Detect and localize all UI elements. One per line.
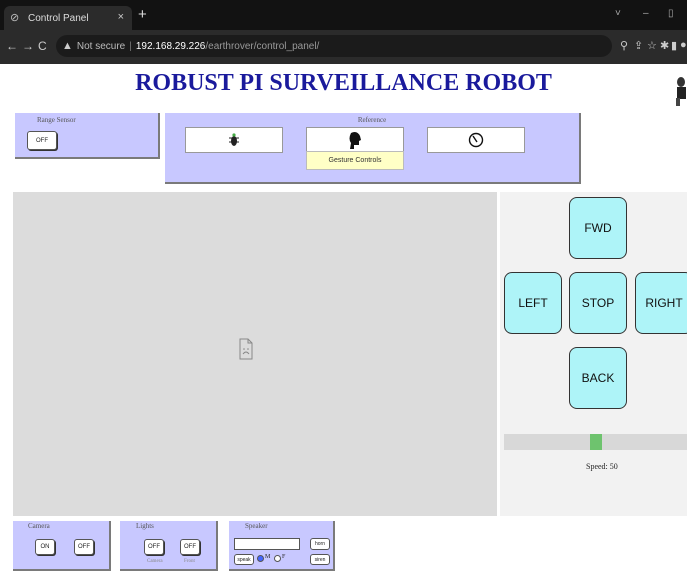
stop-button[interactable]: STOP	[569, 272, 627, 334]
url-separator: |	[129, 40, 132, 52]
lights-label: Lights	[136, 522, 154, 530]
back-button[interactable]: BACK	[569, 347, 627, 409]
robot-figure-icon	[676, 77, 686, 106]
browser-tab-bar: ⊘ Control Panel × + ˅ – ▯	[0, 0, 687, 30]
maximize-icon[interactable]: ▯	[668, 8, 674, 19]
right-button[interactable]: RIGHT	[635, 272, 687, 334]
lights-front-button[interactable]: OFF	[180, 539, 200, 555]
gauge-icon	[468, 132, 484, 148]
url-path: /earthrover/control_panel/	[205, 40, 320, 52]
url-field[interactable]: ▲ Not secure | 192.168.29.226 /earthrove…	[56, 35, 612, 57]
voice-female-radio[interactable]	[274, 555, 281, 562]
speed-slider-thumb[interactable]	[589, 434, 602, 450]
camera-video-feed	[13, 192, 497, 516]
url-host: 192.168.29.226	[135, 40, 206, 52]
sidebar-icon[interactable]: ▮	[671, 39, 677, 52]
back-arrow-icon[interactable]: ←	[6, 39, 18, 53]
reference-item-3[interactable]	[427, 127, 525, 153]
minimize-icon[interactable]: –	[643, 8, 649, 19]
page-favicon-icon: ⊘	[10, 12, 20, 24]
head-silhouette-icon	[349, 132, 361, 149]
speaker-text-input[interactable]	[234, 538, 300, 550]
warning-icon: ▲	[62, 40, 73, 52]
speaker-panel: Speaker horn speak M F siren	[229, 521, 335, 571]
bookmark-star-icon[interactable]: ☆	[647, 39, 657, 52]
voice-female-label: F	[282, 554, 286, 560]
reference-item-1[interactable]	[185, 127, 283, 153]
new-tab-button[interactable]: +	[138, 6, 147, 23]
lights-front-sublabel: Front	[184, 559, 195, 564]
range-sensor-panel: Range Sensor OFF	[15, 113, 160, 159]
camera-on-button[interactable]: ON	[35, 539, 55, 555]
security-label: Not secure	[76, 40, 126, 52]
lights-camera-sublabel: Camera	[147, 559, 163, 564]
bug-icon	[229, 133, 239, 146]
page-title: ROBUST PI SURVEILLANCE ROBOT	[135, 70, 552, 96]
share-icon[interactable]: ⇪	[634, 39, 643, 52]
gesture-controls-label: Gesture Controls	[306, 151, 404, 170]
voice-male-label: M	[265, 554, 271, 560]
extensions-icon[interactable]: ✱	[660, 39, 669, 52]
speaker-label: Speaker	[245, 522, 268, 530]
forward-arrow-icon[interactable]: →	[22, 39, 34, 53]
forward-button[interactable]: FWD	[569, 197, 627, 259]
reference-panel: Reference Gesture Controls	[165, 113, 581, 184]
zoom-icon[interactable]: ⚲	[620, 39, 628, 52]
left-button[interactable]: LEFT	[504, 272, 562, 334]
horn-button[interactable]: horn	[310, 538, 330, 550]
reference-label: Reference	[357, 116, 387, 124]
camera-label: Camera	[28, 522, 50, 530]
siren-button[interactable]: siren	[310, 554, 330, 565]
reload-icon[interactable]: C	[38, 39, 47, 53]
reference-item-gesture[interactable]	[306, 127, 404, 153]
camera-off-button[interactable]: OFF	[74, 539, 94, 555]
camera-panel: Camera ON OFF	[13, 521, 111, 571]
lights-camera-button[interactable]: OFF	[144, 539, 164, 555]
profile-avatar[interactable]: ●	[680, 39, 687, 51]
tab-search-icon[interactable]: ˅	[615, 8, 621, 19]
range-sensor-label: Range Sensor	[37, 116, 76, 124]
address-bar-row: ← → C ▲ Not secure | 192.168.29.226 /ear…	[0, 30, 687, 64]
tab-title: Control Panel	[28, 12, 89, 24]
browser-tab[interactable]: ⊘ Control Panel ×	[4, 6, 132, 30]
range-sensor-toggle-button[interactable]: OFF	[27, 131, 57, 150]
voice-male-radio[interactable]	[257, 555, 264, 562]
tab-close-icon[interactable]: ×	[118, 11, 124, 23]
lights-panel: Lights OFF OFF Camera Front	[120, 521, 218, 571]
broken-image-icon	[239, 338, 253, 360]
speed-label: Speed: 50	[586, 462, 618, 471]
speak-button[interactable]: speak	[234, 554, 254, 565]
